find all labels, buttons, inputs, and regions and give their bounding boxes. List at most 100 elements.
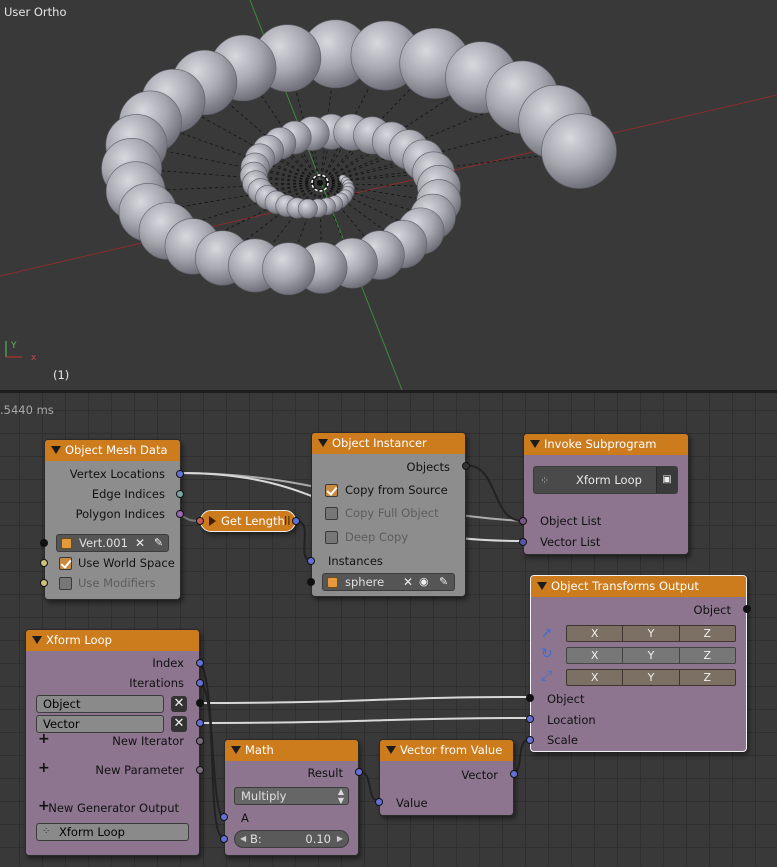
socket-input-b[interactable] (220, 835, 228, 843)
node-get-length[interactable]: Get Length || (196, 510, 300, 532)
location-toggles[interactable]: X Y Z (566, 625, 736, 642)
deep-copy-checkbox[interactable] (325, 531, 338, 544)
socket-object-output[interactable] (743, 605, 751, 613)
collapse-triangle-icon[interactable] (51, 446, 61, 454)
socket-param-vector[interactable] (196, 719, 204, 727)
clear-object-icon[interactable]: ✕ (135, 535, 145, 551)
socket-input-a[interactable] (220, 813, 228, 821)
collapse-triangle-icon[interactable] (537, 582, 547, 590)
socket-new-iterator[interactable] (196, 737, 204, 745)
socket-param-object[interactable] (196, 699, 204, 707)
node-header[interactable]: Object Transforms Output (531, 576, 746, 597)
node-xform-loop[interactable]: Xform Loop Index Iterations Object ✕ Vec… (25, 629, 204, 856)
subprogram-selector[interactable]: ⁘ Xform Loop ▣ (533, 466, 678, 494)
new-parameter-label[interactable]: New Parameter (95, 761, 184, 779)
socket-use-modifiers[interactable] (40, 579, 48, 587)
collapse-triangle-icon[interactable] (386, 746, 396, 754)
socket-length-output[interactable] (292, 517, 300, 525)
decrement-icon[interactable]: ◀ (240, 831, 246, 847)
location-arrow-icon[interactable]: ➚ (541, 625, 553, 641)
location-z[interactable]: Z (680, 626, 735, 641)
use-modifiers-checkbox[interactable] (59, 577, 72, 590)
socket-vector[interactable] (510, 770, 518, 778)
node-math[interactable]: Math Result Multiply ▲ ▼ A ◀ B: 0.10 ▶ (220, 739, 363, 856)
instance-sphere (262, 242, 315, 296)
node-header[interactable]: Object Instancer (312, 433, 465, 454)
new-iterator-label[interactable]: New Iterator (112, 732, 184, 750)
node-editor[interactable]: .5440 ms Object Mesh Data Vertex Locatio… (0, 393, 777, 867)
eye-icon[interactable]: ◉ (419, 574, 429, 590)
socket-list-input[interactable] (196, 517, 204, 525)
scale-x[interactable]: X (567, 670, 624, 685)
node-header[interactable]: Invoke Subprogram (524, 434, 688, 455)
socket-use-world-space[interactable] (40, 559, 48, 567)
socket-result[interactable] (355, 768, 363, 776)
node-object-mesh-data[interactable]: Object Mesh Data Vertex Locations Edge I… (40, 439, 184, 600)
operation-dropdown[interactable]: Multiply ▲ ▼ (234, 787, 349, 805)
3d-viewport[interactable]: Y x User Ortho (1) (0, 0, 777, 390)
clear-object-icon[interactable]: ✕ (403, 574, 413, 590)
view-label: User Ortho (4, 5, 67, 19)
param-vector-field[interactable]: Vector (36, 715, 164, 733)
socket-vertex-locations[interactable] (176, 470, 184, 478)
node-header[interactable]: Math (225, 740, 358, 761)
location-x[interactable]: X (567, 626, 624, 641)
scale-y[interactable]: Y (623, 670, 680, 685)
socket-value[interactable] (375, 798, 383, 806)
remove-vector-param-icon[interactable]: ✕ (171, 716, 187, 732)
scale-z[interactable]: Z (680, 670, 735, 685)
socket-edge-indices[interactable] (176, 490, 184, 498)
object-field[interactable]: Vert.001 ✕ ✎ (56, 534, 169, 552)
socket-objects[interactable] (462, 462, 470, 470)
socket-object-list[interactable] (519, 517, 527, 525)
new-subprogram-icon[interactable]: ▣ (656, 467, 677, 493)
socket-polygon-indices[interactable] (176, 510, 184, 518)
collapse-triangle-icon[interactable] (231, 746, 241, 754)
node-header[interactable]: Object Mesh Data (45, 440, 180, 461)
collapse-triangle-icon[interactable] (318, 439, 328, 447)
socket-vector-list[interactable] (519, 538, 527, 546)
expand-triangle-icon[interactable] (209, 516, 216, 526)
copy-full-object-checkbox[interactable] (325, 507, 338, 520)
scale-arrow-icon[interactable]: ⤢ (541, 668, 552, 684)
node-object-transforms-output[interactable]: Object Transforms Output Object ➚ X Y Z … (526, 575, 751, 752)
copy-from-source-checkbox[interactable] (325, 484, 338, 497)
copy-full-object-label: Copy Full Object (345, 506, 439, 520)
increment-icon[interactable]: ▶ (337, 831, 343, 847)
eyedropper-icon[interactable]: ✎ (439, 574, 448, 590)
node-vector-from-value[interactable]: Vector from Value Vector Value (375, 739, 518, 816)
param-object-field[interactable]: Object (36, 695, 164, 713)
socket-object-input[interactable] (40, 539, 48, 547)
rotation-y[interactable]: Y (623, 648, 680, 663)
socket-object-input[interactable] (307, 578, 315, 586)
object-field[interactable]: sphere ✕ ◉ ✎ (322, 573, 455, 591)
node-object-instancer[interactable]: Object Instancer Objects Copy from Sourc… (307, 432, 470, 597)
socket-iterations[interactable] (196, 679, 204, 687)
add-iterator-icon[interactable]: + (38, 731, 50, 747)
collapse-triangle-icon[interactable] (32, 636, 42, 644)
rotation-toggles[interactable]: X Y Z (566, 647, 736, 664)
socket-scale[interactable] (526, 736, 534, 744)
rotation-x[interactable]: X (567, 648, 624, 663)
hidden-sockets-icon: || (284, 516, 291, 526)
new-generator-output-label[interactable]: New Generator Output (48, 799, 179, 817)
socket-object-input[interactable] (526, 694, 534, 702)
node-header[interactable]: Xform Loop (26, 630, 199, 651)
node-header[interactable]: Vector from Value (380, 740, 513, 761)
scale-toggles[interactable]: X Y Z (566, 669, 736, 686)
socket-location[interactable] (526, 715, 534, 723)
rotation-z[interactable]: Z (680, 648, 735, 663)
loop-name-field[interactable]: ⁘ Xform Loop (36, 823, 189, 841)
input-b-field[interactable]: ◀ B: 0.10 ▶ (234, 830, 349, 848)
socket-instances[interactable] (307, 557, 315, 565)
socket-index[interactable] (196, 659, 204, 667)
eyedropper-icon[interactable]: ✎ (154, 535, 163, 551)
use-world-space-checkbox[interactable] (59, 557, 72, 570)
remove-object-param-icon[interactable]: ✕ (171, 696, 187, 712)
location-y[interactable]: Y (623, 626, 680, 641)
node-invoke-subprogram[interactable]: Invoke Subprogram ⁘ Xform Loop ▣ Object … (519, 433, 689, 555)
add-parameter-icon[interactable]: + (38, 760, 50, 776)
rotation-arrow-icon[interactable]: ↻ (541, 646, 553, 662)
socket-new-parameter[interactable] (196, 766, 204, 774)
collapse-triangle-icon[interactable] (530, 440, 540, 448)
